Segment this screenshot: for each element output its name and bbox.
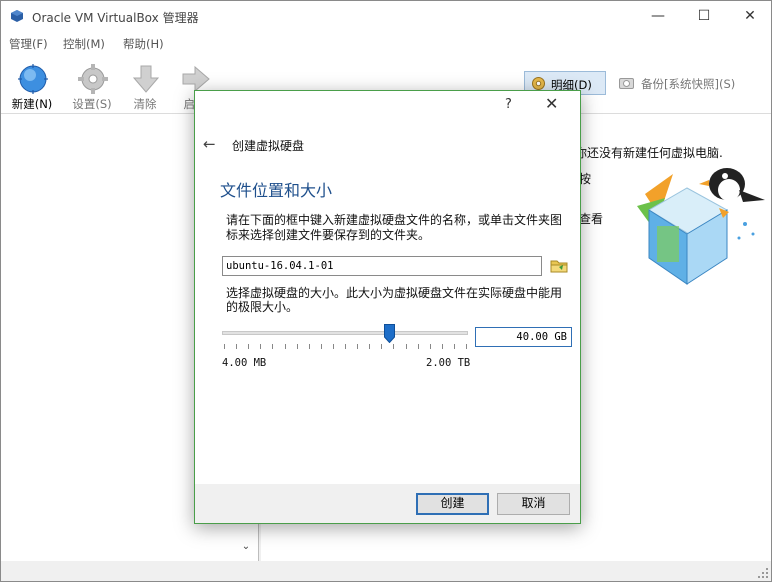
file-location-description: 请在下面的框中键入新建虚拟硬盘文件的名称，或单击文件夹图标来选择创建文件要保存到… [226,213,563,242]
menu-manage[interactable]: 管理(F) [9,36,48,52]
slider-tick [272,344,274,349]
create-virtual-disk-dialog: ? ✕ ← 创建虚拟硬盘 文件位置和大小 请在下面的框中键入新建虚拟硬盘文件的名… [194,90,581,524]
slider-tick [260,344,262,349]
discard-button[interactable]: 清除 [117,62,173,112]
size-scale-min: 4.00 MB [222,357,267,369]
help-button[interactable]: ? [505,97,512,112]
file-size-description: 选择虚拟硬盘的大小。此大小为虚拟硬盘文件在实际硬盘中能用的极限大小。 [226,286,563,314]
snapshots-toggle-label: 备份[系统快照](S) [641,77,736,91]
welcome-line-3: 查看 [579,212,604,226]
chevron-down-icon[interactable]: ⌄ [239,541,253,557]
slider-tick [296,344,298,349]
file-location-input[interactable] [222,256,542,276]
slider-tick [381,344,383,349]
size-slider-track[interactable] [222,331,468,335]
cancel-button[interactable]: 取消 [497,493,570,515]
virtualbox-app-icon [11,10,23,22]
settings-button[interactable]: 设置(S) [64,62,120,112]
new-button[interactable]: 新建(N) [4,62,60,112]
status-bar [1,561,771,581]
virtualbox-mascot-illustration [637,168,765,285]
slider-tick [453,344,455,349]
create-button[interactable]: 创建 [416,493,489,515]
slider-tick [369,344,371,349]
snapshots-toggle-button[interactable]: 备份[系统快照](S) [615,71,765,95]
discard-button-label: 清除 [133,97,157,111]
window-title: Oracle VM VirtualBox 管理器 [32,11,199,25]
menu-control[interactable]: 控制(M) [63,36,105,52]
dialog-footer: 创建 取消 [195,484,580,523]
close-button[interactable]: ✕ [727,1,772,32]
new-button-label: 新建(N) [11,97,53,111]
slider-tick [429,344,431,349]
maximize-button[interactable]: ☐ [681,1,727,32]
slider-tick [417,344,419,349]
title-bar: Oracle VM VirtualBox 管理器 — ☐ ✕ [1,1,771,32]
dialog-title-bar: ? ✕ [195,91,580,121]
menu-help[interactable]: 帮助(H) [123,36,164,52]
gear-icon [78,64,108,94]
dialog-close-button[interactable]: ✕ [545,94,558,113]
slider-tick [308,344,310,349]
folder-icon[interactable] [550,257,568,275]
arrow-down-icon [132,65,160,93]
slider-tick [345,344,346,349]
minimize-button[interactable]: — [635,1,681,32]
gear-icon [532,77,545,90]
settings-button-label: 设置(S) [72,97,112,111]
menu-bar: 管理(F) 控制(M) 帮助(H) [1,32,771,54]
size-value-input[interactable] [475,327,572,347]
size-slider-thumb[interactable] [384,324,396,343]
slider-tick [284,344,286,349]
slider-tick [224,344,225,349]
slider-tick [441,344,443,349]
size-scale-max: 2.00 TB [426,357,471,369]
slider-tick [357,344,359,349]
new-machine-icon [18,64,48,94]
page-subtitle: 文件位置和大小 [220,181,333,200]
camera-icon [619,78,634,89]
slider-tick [393,344,395,349]
slider-tick [405,344,407,349]
back-arrow-icon[interactable]: ← [203,135,216,153]
dialog-heading: 创建虚拟硬盘 [232,139,305,153]
slider-tick [320,344,322,349]
virtualbox-manager-window: Oracle VM VirtualBox 管理器 — ☐ ✕ 管理(F) 控制(… [0,0,772,582]
slider-tick [332,344,334,349]
slider-tick [248,344,250,349]
resize-grip-icon[interactable] [757,567,769,579]
slider-tick [466,344,467,349]
slider-tick [236,344,238,349]
